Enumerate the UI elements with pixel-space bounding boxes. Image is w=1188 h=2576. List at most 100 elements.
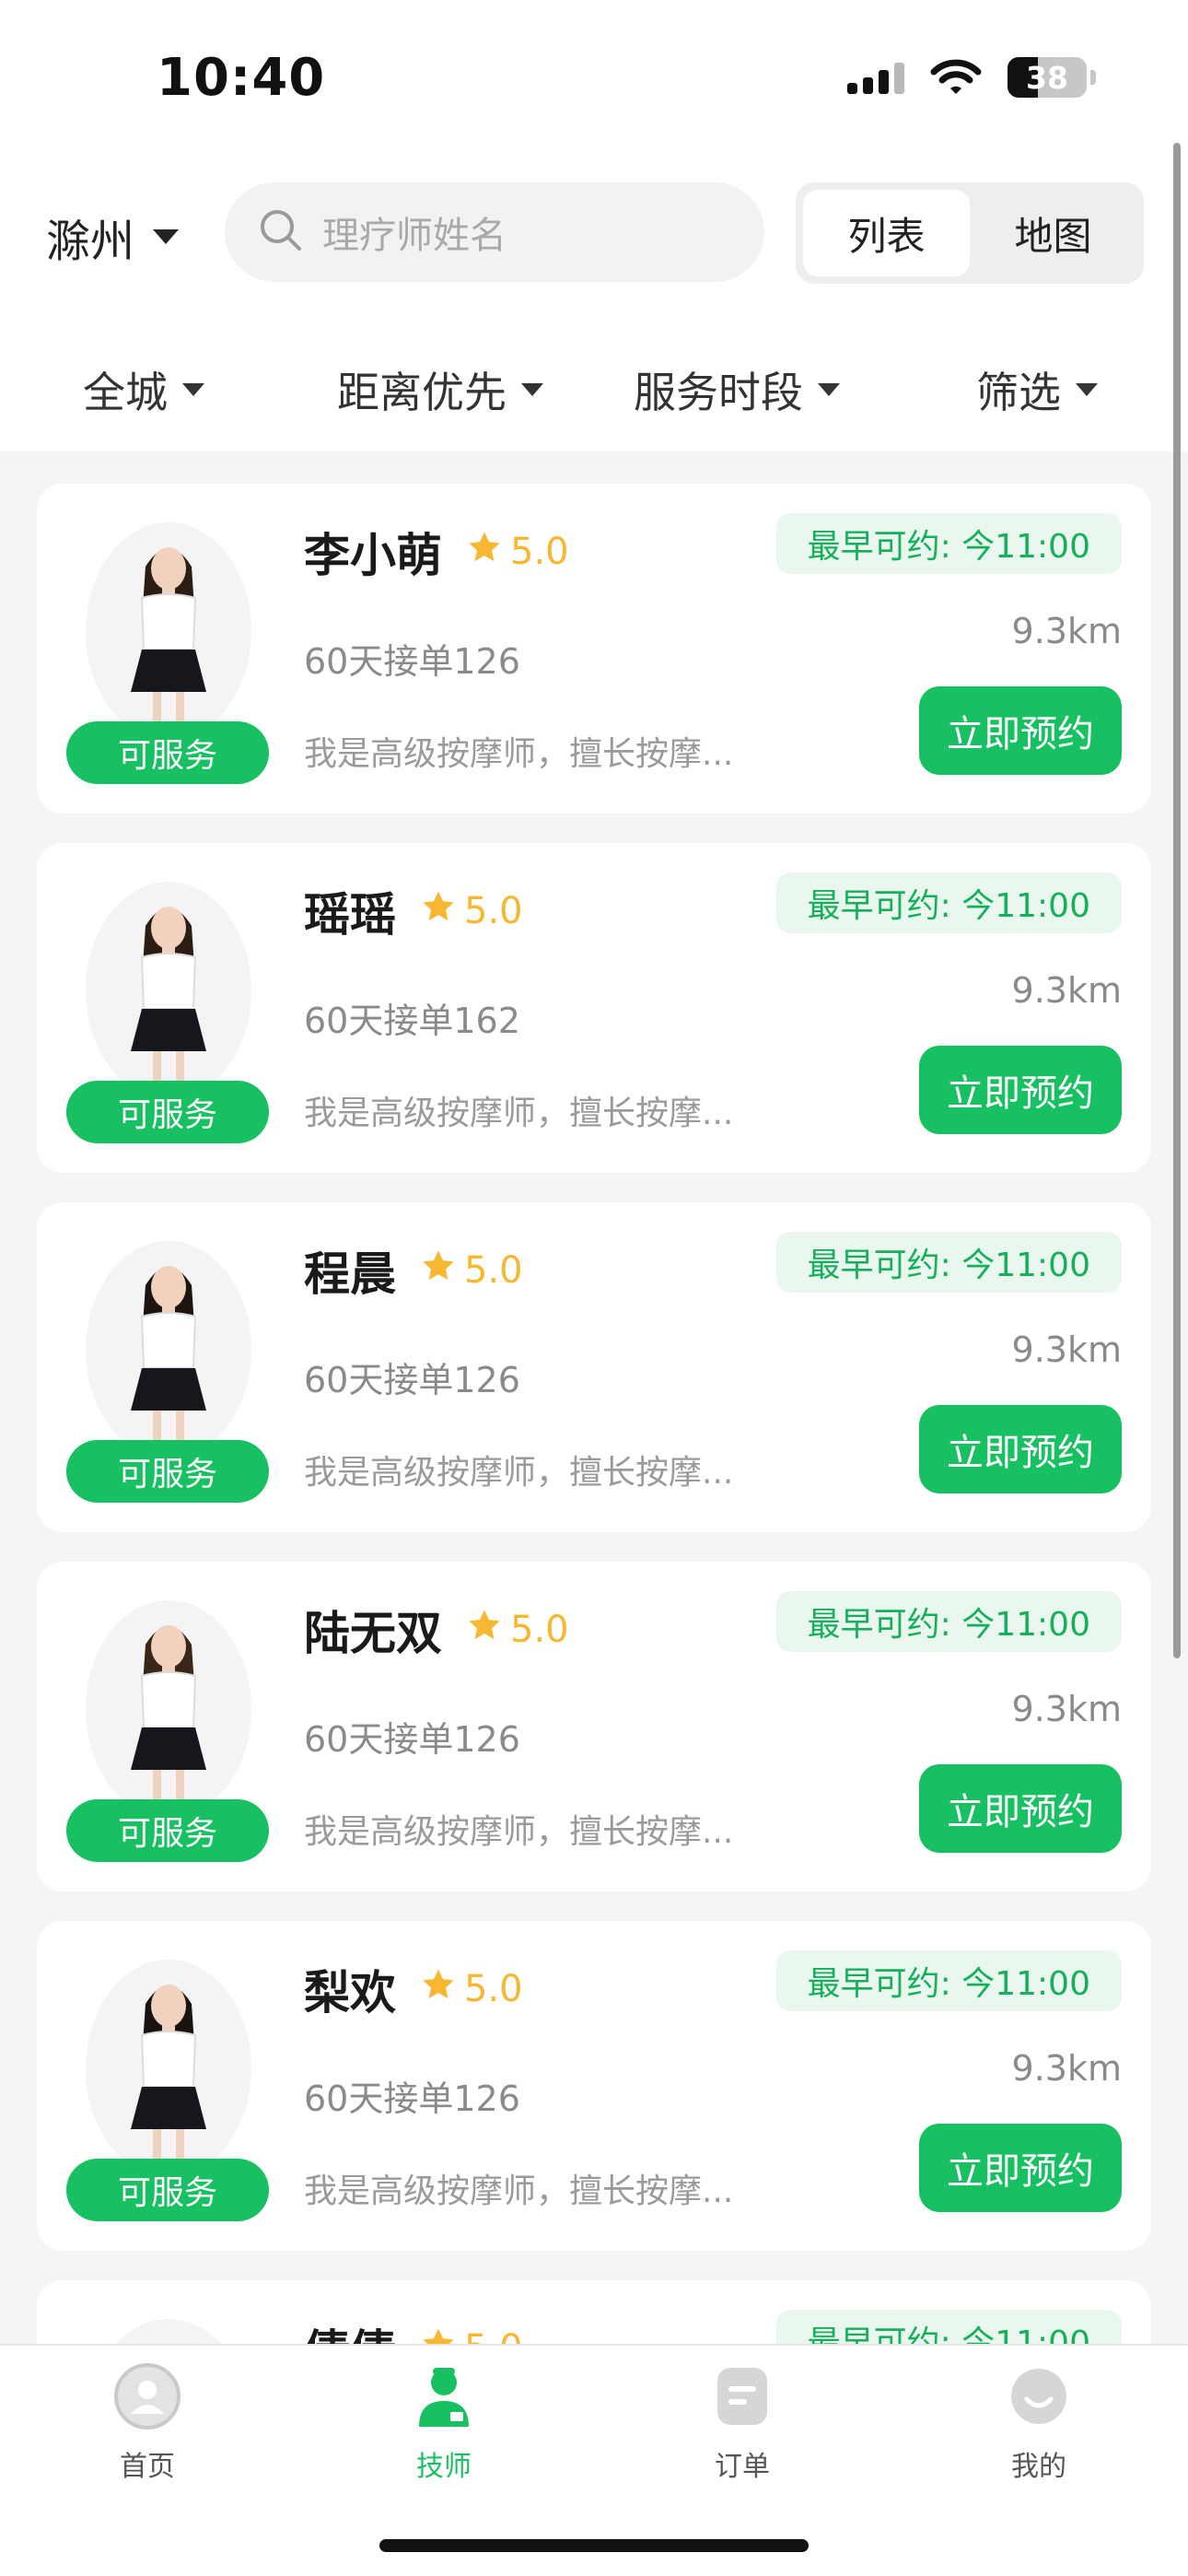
view-option-list[interactable]: 列表: [803, 190, 970, 276]
available-badge: 可服务: [66, 721, 269, 784]
tab-home-label: 首页: [120, 2451, 175, 2483]
book-now-button[interactable]: 立即预约: [919, 1764, 1122, 1853]
technician-name: 程晨: [304, 1247, 396, 1301]
caret-down-icon: [521, 383, 543, 396]
available-badge: 可服务: [66, 1799, 269, 1862]
caret-down-icon: [818, 383, 840, 396]
name-row: 瑶瑶 5.0: [304, 878, 523, 944]
filter-sort[interactable]: 距离优先: [337, 359, 543, 420]
technician-name: 瑶瑶: [304, 888, 396, 942]
distance: 9.3km: [1011, 1329, 1122, 1370]
technician-bio: 我是高级按摩师，擅长按摩...: [304, 2172, 734, 2210]
view-toggle: 列表 地图: [796, 182, 1144, 284]
tab-profile-label: 我的: [1011, 2451, 1066, 2483]
battery-icon: 38: [1007, 57, 1096, 98]
order-icon: [708, 2362, 776, 2434]
technician-card[interactable]: 陆无双 5.0 最早可约: 今11:00 60天接单126 9.3km 我是高级按摩师…: [37, 1562, 1151, 1891]
rating-value: 5.0: [510, 531, 569, 573]
rating: 5.0: [420, 888, 523, 934]
cellular-signal-icon: [847, 61, 904, 94]
technician-name: 梨欢: [304, 1966, 396, 2020]
order-count: 60天接单126: [304, 1719, 520, 1760]
filter-more-label: 筛选: [976, 368, 1061, 417]
order-count: 60天接单126: [304, 641, 520, 682]
technician-photo[interactable]: [81, 511, 256, 742]
star-icon: [420, 1247, 457, 1294]
earliest-available-tag: 最早可约: 今11:00: [775, 1950, 1122, 2011]
book-now-button[interactable]: 立即预约: [919, 686, 1122, 775]
order-count: 60天接单126: [304, 1360, 520, 1400]
earliest-available-tag: 最早可约: 今11:00: [775, 1591, 1122, 1652]
rating-value: 5.0: [464, 1249, 523, 1292]
wifi-icon: [930, 59, 982, 96]
name-row: 李小萌 5.0: [304, 519, 569, 585]
home-indicator: [379, 2539, 809, 2552]
tab-home[interactable]: 首页: [55, 2362, 239, 2484]
order-count: 60天接单126: [304, 2078, 520, 2119]
available-badge: 可服务: [66, 1440, 269, 1503]
technician-card[interactable]: 瑶瑶 5.0 最早可约: 今11:00 60天接单162 9.3km 我是高级按摩师，…: [37, 843, 1151, 1173]
city-selector[interactable]: 滁州: [46, 205, 180, 269]
status-bar: 10:40 38: [0, 0, 1188, 147]
technician-name: 陆无双: [304, 1607, 442, 1660]
name-row: 梨欢 5.0: [304, 1956, 523, 2022]
filter-area[interactable]: 全城: [83, 359, 204, 420]
technician-name: 李小萌: [304, 529, 442, 582]
rating-value: 5.0: [464, 890, 523, 932]
caret-down-icon: [182, 383, 204, 396]
name-row: 陆无双 5.0: [304, 1597, 569, 1663]
tab-profile[interactable]: 我的: [947, 2362, 1131, 2484]
distance: 9.3km: [1011, 970, 1122, 1011]
tab-orders-label: 订单: [715, 2451, 770, 2483]
rating: 5.0: [466, 1607, 569, 1653]
technician-bio: 我是高级按摩师，擅长按摩...: [304, 1095, 734, 1132]
technician-card[interactable]: 程晨 5.0 最早可约: 今11:00 60天接单126 9.3km 我是高级按摩师，…: [37, 1202, 1151, 1532]
status-time: 10:40: [157, 48, 326, 108]
technician-photo[interactable]: [81, 871, 256, 1101]
distance: 9.3km: [1011, 1689, 1122, 1729]
filter-area-label: 全城: [83, 368, 168, 417]
technician-icon: [410, 2362, 478, 2434]
star-icon: [420, 888, 457, 934]
tab-technician-label: 技师: [416, 2451, 472, 2483]
filter-time-slot[interactable]: 服务时段: [634, 359, 840, 420]
book-now-button[interactable]: 立即预约: [919, 1046, 1122, 1134]
tab-technician[interactable]: 技师: [352, 2362, 536, 2484]
technician-bio: 我是高级按摩师，擅长按摩...: [304, 735, 734, 773]
technician-card[interactable]: 李小萌 5.0 最早可约: 今11:00 60天接单126 9.3km 我是高级按摩师…: [37, 484, 1151, 814]
filter-sort-label: 距离优先: [337, 368, 507, 417]
rating: 5.0: [466, 529, 569, 575]
earliest-available-tag: 最早可约: 今11:00: [775, 1232, 1122, 1293]
star-icon: [420, 1966, 457, 2012]
rating: 5.0: [420, 1966, 523, 2012]
search-input[interactable]: 理疗师姓名: [225, 182, 764, 282]
earliest-available-tag: 最早可约: 今11:00: [775, 872, 1122, 933]
technician-photo[interactable]: [81, 1230, 256, 1460]
technician-photo[interactable]: [81, 1589, 256, 1820]
filter-time-slot-label: 服务时段: [634, 368, 803, 417]
view-option-map[interactable]: 地图: [970, 190, 1136, 276]
technician-bio: 我是高级按摩师，擅长按摩...: [304, 1454, 734, 1492]
technician-photo[interactable]: [81, 1949, 256, 2179]
city-label: 滁州: [46, 216, 135, 267]
scrollbar[interactable]: [1173, 143, 1181, 1658]
profile-icon: [1005, 2362, 1073, 2434]
caret-down-icon: [153, 229, 180, 244]
distance: 9.3km: [1011, 611, 1122, 651]
filter-more[interactable]: 筛选: [976, 359, 1098, 420]
star-icon: [466, 529, 503, 575]
available-badge: 可服务: [66, 1081, 269, 1143]
tab-orders[interactable]: 订单: [650, 2362, 834, 2484]
header: 滁州 理疗师姓名 列表 地图 全城 距离优先 服务时段 筛选: [0, 147, 1188, 451]
technician-card[interactable]: 梨欢 5.0 最早可约: 今11:00 60天接单126 9.3km 我是高级按摩师，…: [37, 1921, 1151, 2251]
caret-down-icon: [1076, 383, 1098, 396]
name-row: 程晨 5.0: [304, 1237, 523, 1304]
book-now-button[interactable]: 立即预约: [919, 2124, 1122, 2212]
search-icon: [258, 207, 304, 257]
earliest-available-tag: 最早可约: 今11:00: [775, 513, 1122, 574]
distance: 9.3km: [1011, 2048, 1122, 2089]
battery-percent: 38: [1026, 60, 1068, 96]
book-now-button[interactable]: 立即预约: [919, 1405, 1122, 1493]
rating-value: 5.0: [510, 1609, 569, 1651]
status-icons: 38: [847, 57, 1096, 98]
